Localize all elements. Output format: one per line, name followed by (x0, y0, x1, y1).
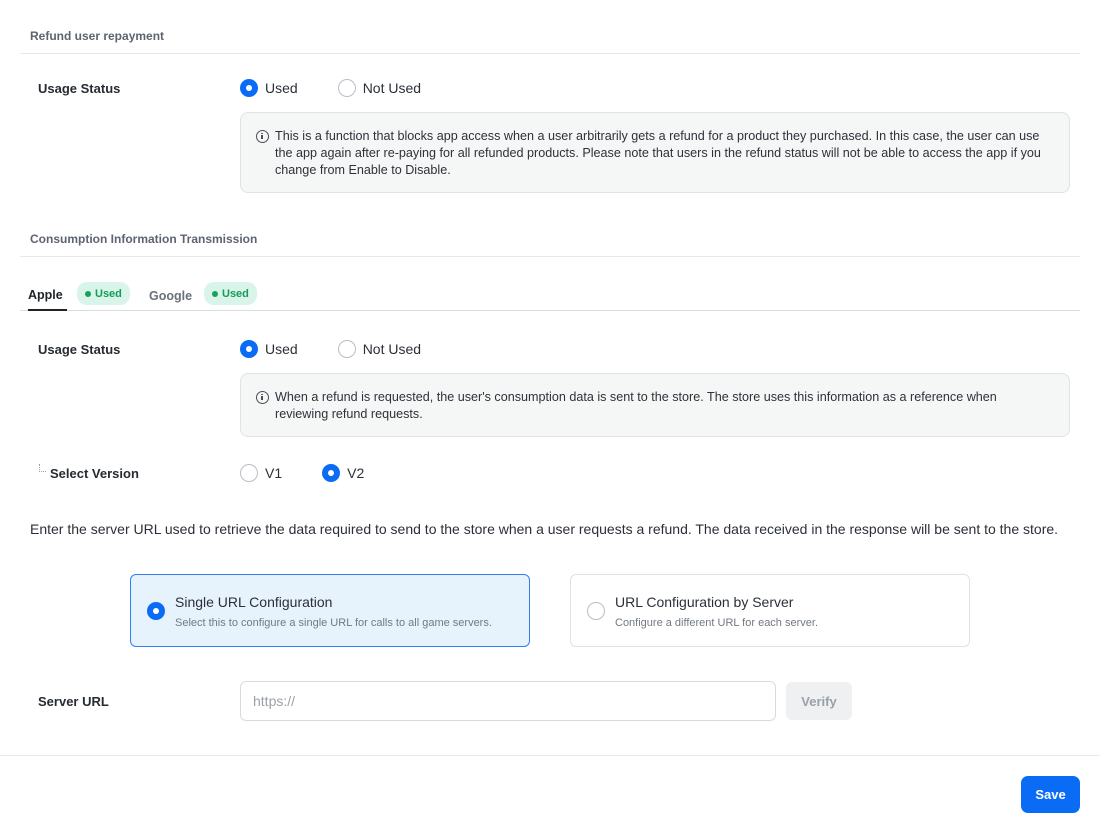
radio-used[interactable]: Used (240, 79, 298, 97)
info-icon (256, 391, 269, 404)
refund-info-box: This is a function that blocks app acces… (240, 112, 1070, 193)
radio-checked-icon[interactable] (240, 79, 258, 97)
radio-label-v1: V1 (265, 465, 283, 481)
tab-google[interactable]: Google (149, 280, 192, 311)
status-dot-icon (212, 290, 218, 297)
radio-v1[interactable]: V1 (240, 464, 282, 482)
server-url-description: Enter the server URL used to retrieve th… (30, 521, 1059, 537)
apple-status-badge: Used (77, 282, 130, 305)
consumption-info-box: When a refund is requested, the user's c… (240, 373, 1070, 437)
radio-label-not-used: Not Used (362, 80, 422, 96)
radio-label-v2: V2 (347, 465, 365, 481)
refund-info-text: This is a function that blocks app acces… (275, 129, 1041, 177)
verify-button[interactable]: Verify (786, 682, 852, 720)
select-version-label: Select Version (50, 466, 139, 481)
server-url-label: Server URL (38, 694, 109, 709)
tab-apple[interactable]: Apple (28, 280, 67, 311)
consumption-usage-radio-group: Used Not Used (240, 340, 461, 358)
google-status-badge: Used (204, 282, 257, 305)
radio-not-used[interactable]: Not Used (337, 340, 422, 358)
settings-card: Refund user repayment Usage Status Used … (0, 0, 1100, 818)
info-icon (256, 130, 269, 143)
usage-status-label: Usage Status (38, 342, 121, 357)
option-subtitle: Select this to configure a single URL fo… (175, 617, 492, 629)
radio-checked-icon[interactable] (147, 602, 165, 620)
version-radio-group: V1 V2 (240, 464, 404, 482)
divider (20, 53, 1080, 54)
option-title: Single URL Configuration (175, 594, 333, 610)
option-title: URL Configuration by Server (615, 594, 794, 610)
radio-unchecked-icon[interactable] (587, 602, 605, 620)
radio-not-used[interactable]: Not Used (337, 79, 422, 97)
refund-usage-radio-group: Used Not Used (240, 79, 461, 97)
save-button[interactable]: Save (1021, 776, 1080, 813)
single-url-option-card[interactable]: Single URL Configuration Select this to … (130, 574, 530, 647)
consumption-info-text: When a refund is requested, the user's c… (275, 390, 997, 421)
badge-label: Used (222, 287, 249, 300)
radio-label-not-used: Not Used (362, 341, 422, 357)
tab-apple-label: Apple (28, 287, 63, 302)
server-url-input[interactable] (240, 681, 776, 721)
radio-used[interactable]: Used (240, 340, 298, 358)
radio-label-used: Used (265, 341, 298, 357)
radio-label-used: Used (265, 80, 298, 96)
footer-divider (0, 755, 1100, 756)
section-title-refund: Refund user repayment (30, 29, 165, 43)
usage-status-label: Usage Status (38, 81, 121, 96)
store-tabs: Apple Used Google Used (20, 280, 1080, 311)
radio-unchecked-icon[interactable] (240, 464, 258, 482)
section-title-consumption: Consumption Information Transmission (30, 232, 258, 246)
badge-label: Used (95, 287, 122, 300)
option-subtitle: Configure a different URL for each serve… (615, 617, 818, 629)
divider (20, 256, 1080, 257)
status-dot-icon (85, 290, 91, 297)
radio-checked-icon[interactable] (322, 464, 341, 482)
radio-unchecked-icon[interactable] (337, 340, 356, 358)
url-by-server-option-card[interactable]: URL Configuration by Server Configure a … (570, 574, 970, 647)
radio-checked-icon[interactable] (240, 340, 258, 358)
tree-connector-icon (39, 464, 46, 472)
tab-google-label: Google (149, 288, 193, 303)
radio-v2[interactable]: V2 (322, 464, 364, 482)
radio-unchecked-icon[interactable] (337, 79, 356, 97)
